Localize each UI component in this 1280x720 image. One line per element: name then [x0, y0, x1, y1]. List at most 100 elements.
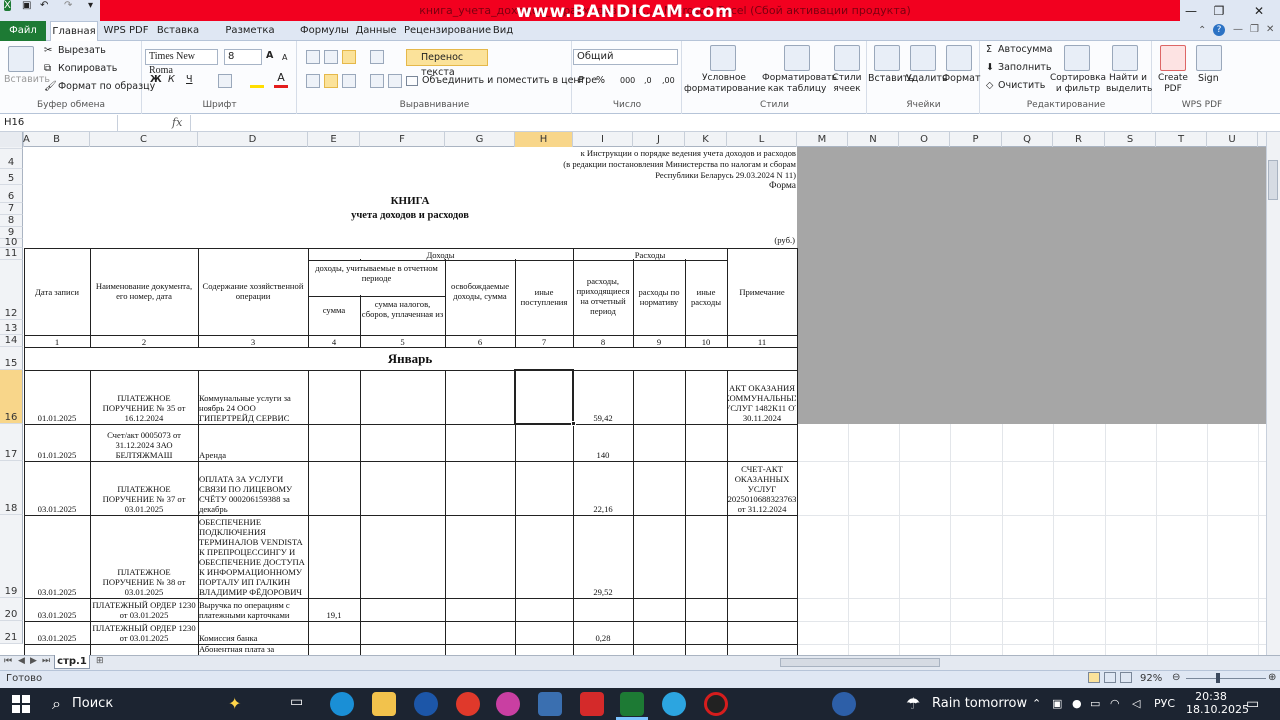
merge-center-button[interactable]: Объединить и поместить в центре — [406, 75, 597, 87]
windows-start-icon[interactable] — [12, 695, 30, 713]
font-color-icon[interactable]: A — [274, 72, 288, 88]
column-header-e[interactable]: E — [308, 132, 360, 147]
battery-icon[interactable]: ▭ — [1090, 690, 1100, 718]
align-left-icon[interactable] — [306, 74, 320, 88]
save-icon[interactable]: ▣ — [22, 0, 31, 11]
row-header-17[interactable]: 17 — [0, 424, 23, 461]
tab-formulas[interactable]: Формулы — [300, 21, 349, 41]
insert-function-icon[interactable]: fx — [172, 115, 188, 131]
tab-view[interactable]: Вид — [490, 21, 516, 41]
copy-button[interactable]: ⧉ Копировать — [44, 63, 117, 75]
column-header-n[interactable]: N — [848, 132, 899, 147]
app-icon[interactable] — [496, 692, 520, 716]
new-sheet-icon[interactable]: ⊞ — [96, 656, 104, 666]
clear-button[interactable]: ◇ Очистить — [986, 80, 1045, 92]
column-header-c[interactable]: C — [90, 132, 198, 147]
tab-page-layout[interactable]: Разметка страницы — [206, 21, 294, 56]
zoom-in-icon[interactable]: ⊕ — [1268, 672, 1276, 683]
quick-access-dropdown-icon[interactable]: ▾ — [88, 0, 93, 11]
cell-styles-button[interactable]: Стили ячеек — [830, 73, 864, 95]
column-header-b[interactable]: B — [24, 132, 90, 147]
column-header-s[interactable]: S — [1105, 132, 1156, 147]
sort-filter-icon[interactable] — [1064, 45, 1090, 71]
sheet-tab-str1[interactable]: стр.1 — [54, 655, 90, 669]
borders-icon[interactable] — [218, 74, 232, 88]
wrap-text-button[interactable]: Перенос текста — [406, 49, 488, 78]
zoom-level[interactable]: 92% — [1140, 673, 1162, 684]
volume-icon[interactable]: ◁ — [1132, 690, 1140, 718]
row-header-19[interactable]: 19 — [0, 515, 23, 598]
tab-review[interactable]: Рецензирование — [404, 21, 491, 41]
align-right-icon[interactable] — [342, 74, 356, 88]
column-header-t[interactable]: T — [1156, 132, 1207, 147]
name-box[interactable]: H16 — [0, 115, 118, 131]
delete-cells-icon[interactable] — [910, 45, 936, 71]
undo-icon[interactable]: ↶ — [40, 0, 48, 11]
zoom-out-icon[interactable]: ⊖ — [1172, 672, 1180, 683]
column-header-r[interactable]: R — [1053, 132, 1105, 147]
clock[interactable]: 20:38 18.10.2025 — [1186, 690, 1249, 716]
insert-cells-icon[interactable] — [874, 45, 900, 71]
row-header-13[interactable]: 13 — [0, 320, 23, 335]
sparkle-icon[interactable]: ✦ — [228, 694, 241, 713]
sign-icon[interactable] — [1196, 45, 1222, 71]
format-cells-icon[interactable] — [946, 45, 972, 71]
formula-input[interactable] — [190, 115, 1266, 131]
tray-mic-icon[interactable]: ● — [1072, 690, 1082, 718]
column-header-u[interactable]: U — [1207, 132, 1258, 147]
ribbon-collapse-icon[interactable]: ⌃ — [1198, 25, 1206, 36]
find-select-icon[interactable] — [1112, 45, 1138, 71]
sort-filter-button[interactable]: Сортировка и фильтр — [1050, 73, 1106, 95]
redo-icon[interactable]: ↷ — [64, 0, 72, 11]
tab-wps-pdf[interactable]: WPS PDF — [102, 21, 150, 41]
autosum-button[interactable]: Σ Автосумма — [986, 44, 1052, 56]
cell-styles-icon[interactable] — [834, 45, 860, 71]
telegram-icon[interactable] — [662, 692, 686, 716]
font-size-select[interactable]: 8 — [224, 49, 262, 65]
column-header-l[interactable]: L — [727, 132, 797, 147]
column-header-o[interactable]: O — [899, 132, 950, 147]
row-header-12[interactable]: 12 — [0, 260, 23, 320]
tab-insert[interactable]: Вставка — [155, 21, 201, 41]
select-all-corner[interactable] — [0, 132, 23, 147]
align-middle-icon[interactable] — [324, 50, 338, 64]
increase-decimal-icon[interactable]: ,0 — [644, 75, 652, 87]
column-header-m[interactable]: M — [797, 132, 848, 147]
orientation-icon[interactable] — [370, 50, 384, 64]
row-header-20[interactable]: 20 — [0, 598, 23, 621]
tab-data[interactable]: Данные — [354, 21, 398, 41]
row-header-10[interactable]: 10 — [0, 238, 23, 248]
horizontal-scroll-thumb[interactable] — [780, 658, 940, 667]
zoom-slider-thumb[interactable] — [1216, 673, 1220, 683]
shrink-font-icon[interactable]: A — [282, 52, 287, 64]
page-break-view-icon[interactable] — [1120, 672, 1132, 683]
number-format-select[interactable]: Общий — [573, 49, 678, 65]
row-header-21[interactable]: 21 — [0, 621, 23, 644]
row-header-11[interactable]: 11 — [0, 248, 23, 260]
italic-button[interactable]: К — [168, 74, 175, 86]
edge-icon[interactable] — [330, 692, 354, 716]
align-center-icon[interactable] — [324, 74, 338, 88]
calculator-icon[interactable] — [538, 692, 562, 716]
vertical-scrollbar[interactable] — [1266, 132, 1280, 655]
row-header-14[interactable]: 14 — [0, 335, 23, 347]
column-header-k[interactable]: K — [685, 132, 727, 147]
column-header-q[interactable]: Q — [1002, 132, 1053, 147]
increase-indent-icon[interactable] — [388, 74, 402, 88]
row-header-8[interactable]: 8 — [0, 215, 23, 227]
help-icon[interactable]: ? — [1213, 24, 1225, 36]
grow-font-icon[interactable]: A — [266, 50, 273, 62]
create-pdf-button[interactable]: Create PDF — [1154, 73, 1192, 95]
notifications-icon[interactable]: ▭ — [1246, 690, 1259, 718]
align-bottom-icon[interactable] — [342, 50, 356, 64]
decrease-indent-icon[interactable] — [370, 74, 384, 88]
align-top-icon[interactable] — [306, 50, 320, 64]
doc-restore-icon[interactable]: ❐ — [1250, 24, 1259, 35]
row-header-5[interactable]: 5 — [0, 169, 23, 185]
tray-expand-icon[interactable]: ⌃ — [1032, 690, 1041, 718]
column-header-h[interactable]: H — [515, 132, 573, 147]
bold-button[interactable]: Ж — [150, 74, 162, 86]
close-icon[interactable]: ✕ — [1244, 2, 1274, 20]
help-app-icon[interactable] — [832, 692, 856, 716]
excel-taskbar-icon[interactable] — [620, 692, 644, 716]
